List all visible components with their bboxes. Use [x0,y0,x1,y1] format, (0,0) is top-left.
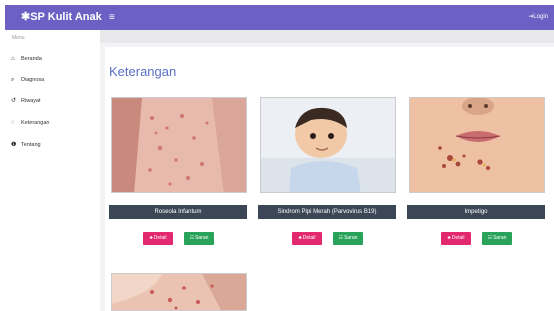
sidebar-item-beranda[interactable]: ⌂ Beranda [11,52,42,66]
login-link[interactable]: ⇥Login [528,5,548,30]
sidebar-item-riwayat[interactable]: ↺ Riwayat [11,94,41,108]
page-title: Keterangan [109,64,177,79]
mouth-lesion-photo [409,97,545,193]
sidebar-item-label: Riwayat [21,98,41,104]
sidebar-heading: Menu [12,35,25,41]
history-icon: ↺ [11,98,17,104]
menu-toggle-icon[interactable]: ≡ [109,5,115,30]
saran-button[interactable]: ☷Saran [482,232,512,245]
rash-arm-photo [111,273,247,311]
comment-icon: ◌ [11,120,15,126]
doctor-icon: ♣ [298,235,302,241]
main-content: Keterangan Roseola Infantum ♣Detail ☷Sar… [100,30,554,311]
sidebar-item-label: Keterangan [21,120,50,126]
detail-button[interactable]: ♣Detail [441,232,471,245]
content-panel: Keterangan Roseola Infantum ♣Detail ☷Sar… [105,47,554,311]
app-brand[interactable]: ✱SP Kulit Anak [21,5,102,30]
list-icon: ☷ [487,235,493,241]
baby-photo [260,97,396,193]
sidebar-item-label: Diagnosa [21,77,45,83]
list-icon: ☷ [338,235,344,241]
card-title: Roseola Infantum [109,205,247,219]
sidebar-item-tentang[interactable]: ❶ Tentang [11,138,41,152]
sidebar: Menu ⌂ Beranda ⌕ Diagnosa ↺ Riwayat ◌ Ketera… [5,30,100,311]
saran-button[interactable]: ☷Saran [333,232,363,245]
card-title: Sindrom Pipi Merah (Parvovirus B19) [258,205,396,219]
search-icon: ⌕ [11,77,15,83]
doctor-icon: ♣ [149,235,153,241]
saran-button[interactable]: ☷Saran [184,232,214,245]
detail-button[interactable]: ♣Detail [292,232,322,245]
sidebar-item-diagnosa[interactable]: ⌕ Diagnosa [11,73,44,87]
top-navbar: ✱SP Kulit Anak ≡ ⇥Login [5,5,554,30]
doctor-icon: ♣ [447,235,451,241]
sidebar-item-label: Beranda [21,56,42,62]
list-icon: ☷ [189,235,195,241]
content-header-strip [100,30,554,43]
detail-button[interactable]: ♣Detail [143,232,173,245]
rash-back-photo [111,97,247,193]
home-icon: ⌂ [11,56,15,62]
sidebar-item-keterangan[interactable]: ◌ Keterangan [11,116,49,130]
card-title: Impetigo [407,205,545,219]
info-icon: ❶ [11,142,17,148]
sidebar-item-label: Tentang [21,142,41,148]
